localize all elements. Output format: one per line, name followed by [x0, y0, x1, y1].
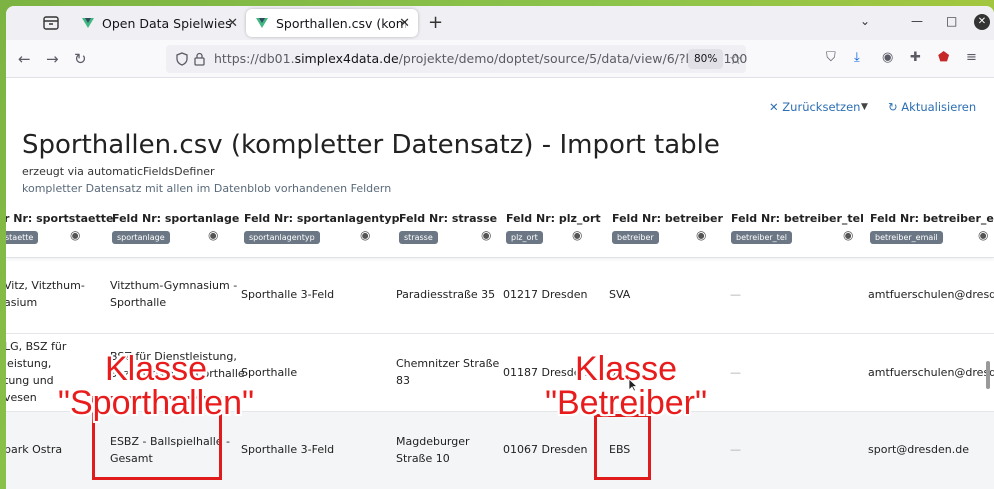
column-header-betreiber-tel[interactable]: Feld Nr: betreiber_tel betreiber_tel ◉ [731, 212, 864, 244]
eye-icon[interactable]: ◉ [843, 228, 853, 242]
shield-icon[interactable] [176, 52, 188, 66]
column-header-betreiber[interactable]: Feld Nr: betreiber betreiber ◉ [612, 212, 723, 244]
tab-overflow-chevron-icon[interactable]: ⌄ [860, 14, 870, 28]
column-pill: betreiber_email [870, 231, 943, 244]
tab-sporthallen[interactable]: Sporthallen.csv (komplett ✕ [246, 9, 418, 37]
eye-icon[interactable]: ◉ [481, 228, 491, 242]
page-description: kompletter Datensatz mit allen im Datenb… [22, 182, 392, 195]
page-title: Sporthallen.csv (kompletter Datensatz) -… [22, 130, 720, 160]
column-header-betreiber-email[interactable]: Feld Nr: betreiber_email betreiber_email… [870, 212, 994, 244]
cell-sportstaette: Vitz, Vitzthum-asium [6, 279, 85, 309]
cell-strasse: Magdeburger Straße 10 [396, 435, 470, 465]
annotation-label-sporthallen: Klasse "Sporthallen" [57, 350, 255, 422]
eye-icon[interactable]: ◉ [70, 228, 80, 242]
column-header-sportstaette[interactable]: r Nr: sportstaette staette ◉ [6, 212, 113, 244]
refresh-button[interactable]: ↻ Aktualisieren [888, 100, 976, 114]
cell-sportanlage: Vitzthum-Gymnasium - Sporthalle [110, 279, 238, 309]
back-icon[interactable]: ← [18, 50, 31, 68]
close-icon[interactable]: ✕ [227, 16, 238, 31]
maximize-icon[interactable]: □ [946, 14, 957, 28]
column-header-plz-ort[interactable]: Feld Nr: plz_ort plz_ort ◉ [506, 212, 601, 244]
forward-icon[interactable]: → [46, 50, 59, 68]
cell-sportanlagentyp: Sporthalle 3-Feld [241, 443, 335, 456]
lock-icon[interactable] [194, 52, 205, 66]
table-header: r Nr: sportstaette staette ◉ Feld Nr: sp… [6, 206, 994, 258]
eye-icon[interactable]: ◉ [360, 228, 370, 242]
eye-icon[interactable]: ◉ [978, 228, 988, 242]
column-pill: sportanlage [112, 231, 170, 244]
tab-strip: Open Data Spielwiese - Q ✕ Sporthallen.c… [6, 6, 994, 40]
column-header-sportanlage[interactable]: Feld Nr: sportanlage sportanlage ◉ [112, 212, 239, 244]
scrollbar-thumb[interactable] [986, 361, 990, 389]
eye-icon[interactable]: ◉ [572, 228, 582, 242]
minimize-icon[interactable]: — [911, 14, 923, 28]
cell-strasse: Chemnitzer Straße 83 [396, 357, 500, 387]
cell-betreiber: SVA [609, 288, 631, 301]
vue-favicon-icon [82, 18, 94, 28]
annotation-box-betreiber [594, 414, 651, 480]
menu-icon[interactable]: ≡ [966, 50, 977, 65]
cell-betreiber-email: amtfuerschulen@dresde [868, 288, 994, 301]
mouse-cursor-icon [628, 378, 638, 392]
column-pill: plz_ort [506, 231, 543, 244]
cell-betreiber-tel: — [730, 366, 741, 379]
column-pill: betreiber_tel [731, 231, 792, 244]
url-bar[interactable]: https://db01.simplex4data.de/projekte/de… [166, 45, 747, 73]
eye-icon[interactable]: ◉ [696, 228, 706, 242]
cell-betreiber-email: amtfuerschulen@dresde [868, 366, 994, 379]
page-content: ✕ Zurücksetzen ▼ ↻ Aktualisieren Sportha… [6, 78, 994, 489]
navigation-bar: ← → ↻ https://db01.simplex4data.de/proje… [6, 40, 994, 78]
reset-button[interactable]: ✕ Zurücksetzen [769, 100, 860, 114]
reload-icon[interactable]: ↻ [74, 50, 87, 68]
tab-open-data[interactable]: Open Data Spielwiese - Q ✕ [72, 9, 246, 37]
column-pill: staette [6, 231, 39, 244]
column-pill: betreiber [612, 231, 659, 244]
browser-window: Open Data Spielwiese - Q ✕ Sporthallen.c… [6, 6, 994, 489]
tab-list-icon[interactable] [42, 15, 60, 31]
zoom-indicator[interactable]: 80% [688, 49, 724, 69]
column-pill: strasse [399, 231, 438, 244]
cell-strasse: Paradiesstraße 35 [396, 288, 496, 301]
bookmark-star-icon[interactable]: ☆ [729, 50, 742, 68]
cell-plz-ort: 01067 Dresden [503, 443, 588, 456]
cell-betreiber-email: sport@dresden.de [868, 443, 970, 456]
cell-betreiber-tel: — [730, 288, 741, 301]
new-tab-icon[interactable]: + [428, 12, 443, 33]
cell-sportstaette: park Ostra [6, 443, 63, 456]
url-text[interactable]: https://db01.simplex4data.de/projekte/de… [214, 51, 747, 66]
pocket-icon[interactable]: ⛉ [826, 50, 836, 65]
window-close-icon[interactable]: ✕ [974, 14, 990, 30]
tab-title: Open Data Spielwiese - Q [102, 15, 232, 31]
annotation-label-betreiber: Klasse "Betreiber" [544, 350, 708, 422]
cell-sportanlagentyp: Sporthalle 3-Feld [241, 288, 335, 301]
eye-icon[interactable]: ◉ [208, 228, 218, 242]
vue-favicon-icon [256, 18, 268, 28]
cell-betreiber-tel: — [730, 443, 741, 456]
download-icon[interactable]: ⤓ [854, 50, 860, 65]
table-row[interactable]: Vitz, Vitzthum-asium Vitzthum-Gymnasium … [6, 258, 994, 334]
column-pill: sportanlagentyp [244, 231, 320, 244]
account-icon[interactable]: ◉ [882, 50, 893, 65]
cell-plz-ort: 01217 Dresden [503, 288, 588, 301]
column-header-sportanlagentyp[interactable]: Feld Nr: sportanlagentyp sportanlagentyp… [244, 212, 399, 244]
extensions-icon[interactable]: ✚ [910, 50, 921, 65]
ublock-icon[interactable]: ⬟ [938, 50, 949, 65]
close-icon[interactable]: ✕ [399, 16, 410, 31]
column-header-strasse[interactable]: Feld Nr: strasse strasse ◉ [399, 212, 499, 244]
tab-title: Sporthallen.csv (komplett [276, 15, 406, 31]
reset-dropdown-icon[interactable]: ▼ [861, 102, 868, 112]
page-subtitle: erzeugt via automaticFieldsDefiner [22, 165, 215, 178]
